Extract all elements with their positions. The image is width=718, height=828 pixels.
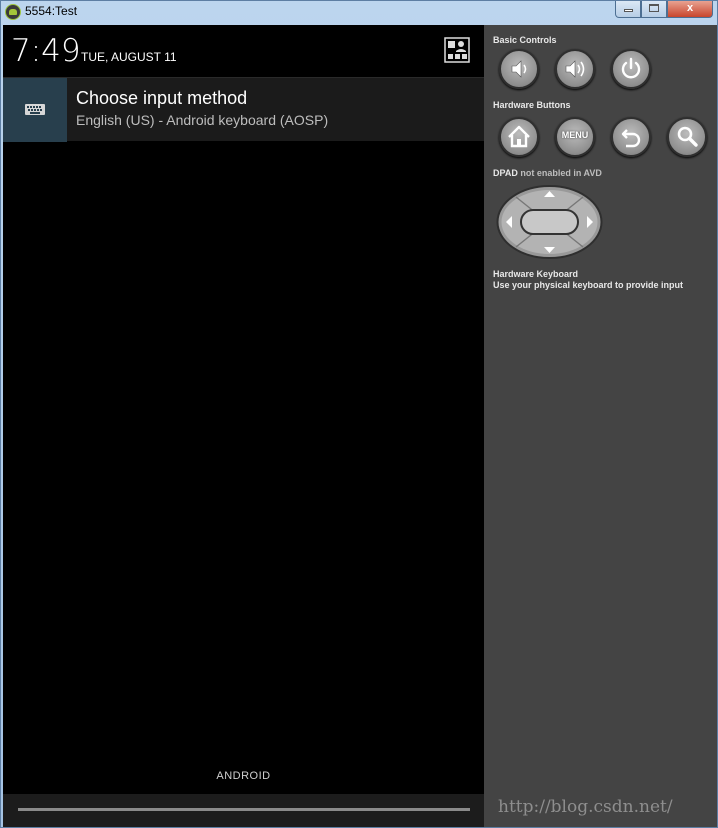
android-app-icon <box>5 4 21 20</box>
drag-handle-area[interactable] <box>3 794 484 827</box>
keyboard-icon <box>25 104 45 115</box>
notification-item[interactable]: Choose input method English (US) - Andro… <box>3 77 484 142</box>
title-bar[interactable]: 5554:Test x <box>1 1 717 23</box>
home-icon <box>508 125 530 148</box>
notification-header: 7:49 TUE, AUGUST 11 <box>3 25 484 77</box>
search-icon <box>677 126 698 147</box>
maximize-button[interactable] <box>641 1 667 18</box>
quick-settings-icon[interactable] <box>444 37 470 63</box>
dpad-label-status: not enabled in AVD <box>520 168 602 178</box>
notification-title: Choose input method <box>76 88 248 108</box>
power-icon <box>621 57 641 79</box>
android-label: ANDROID <box>216 770 271 782</box>
volume-down-button[interactable] <box>499 49 539 89</box>
home-button[interactable] <box>499 117 539 157</box>
volume-up-button[interactable] <box>555 49 595 89</box>
menu-button[interactable]: MENU <box>555 117 595 157</box>
minimize-icon <box>623 9 633 12</box>
dpad <box>496 185 603 259</box>
dpad-label: DPAD not enabled in AVD <box>493 168 602 178</box>
back-icon <box>621 129 641 148</box>
dpad-label-bold: DPAD <box>493 168 518 178</box>
maximize-icon <box>649 4 659 12</box>
watermark: http://blog.csdn.net/ <box>498 797 673 817</box>
close-button[interactable]: x <box>667 1 713 18</box>
emulator-window: 5554:Test x 7:49 TUE, AUGUST 11 Choose i… <box>0 0 718 828</box>
volume-up-icon <box>565 60 585 78</box>
hardware-keyboard-label: Hardware Keyboard <box>493 269 579 279</box>
clock: 7:49 <box>11 33 81 69</box>
controls-panel: Basic Controls Hardware Buttons MENU DPA… <box>484 25 717 827</box>
volume-down-icon <box>511 60 527 78</box>
window-title: 5554:Test <box>25 4 78 18</box>
search-button[interactable] <box>667 117 707 157</box>
notification-subtitle: English (US) - Android keyboard (AOSP) <box>76 112 329 128</box>
menu-button-label: MENU <box>561 130 589 140</box>
basic-controls-label: Basic Controls <box>493 35 557 45</box>
drag-handle[interactable] <box>18 808 470 811</box>
hardware-buttons-label: Hardware Buttons <box>493 100 571 110</box>
notification-icon-box <box>3 78 67 142</box>
power-button[interactable] <box>611 49 651 89</box>
date: TUE, AUGUST 11 <box>81 50 177 64</box>
back-button[interactable] <box>611 117 651 157</box>
hardware-keyboard-description: Use your physical keyboard to provide in… <box>493 280 684 290</box>
device-screen[interactable]: 7:49 TUE, AUGUST 11 Choose input method … <box>3 25 484 827</box>
minimize-button[interactable] <box>615 1 641 18</box>
